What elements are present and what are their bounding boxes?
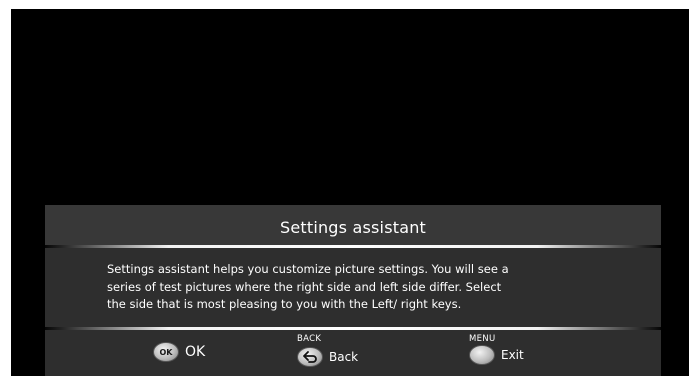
ok-hint[interactable]: OK OK bbox=[153, 342, 205, 362]
back-arrow-icon[interactable] bbox=[297, 347, 323, 367]
back-label: Back bbox=[329, 350, 359, 364]
settings-assistant-dialog: Settings assistant Settings assistant he… bbox=[45, 205, 661, 376]
message-line-3: the side that is most pleasing to you wi… bbox=[107, 297, 462, 311]
dialog-footer: OK OK BACK Back MENU Exit bbox=[45, 330, 661, 376]
ok-button-text: OK bbox=[159, 347, 173, 357]
back-hint[interactable]: Back bbox=[297, 347, 358, 367]
back-arrow-glyph bbox=[303, 351, 317, 363]
message-line-2: series of test pictures where the right … bbox=[107, 279, 502, 294]
message-line-1: Settings assistant helps you customize p… bbox=[107, 262, 509, 276]
ok-button-icon[interactable]: OK bbox=[153, 342, 179, 362]
exit-label: Exit bbox=[501, 348, 524, 362]
dialog-body: Settings assistant helps you customize p… bbox=[45, 248, 661, 327]
menu-button-icon[interactable] bbox=[469, 345, 495, 365]
menu-caption: MENU bbox=[469, 334, 496, 344]
dialog-title: Settings assistant bbox=[279, 217, 427, 237]
back-caption: BACK bbox=[297, 334, 322, 344]
tv-screen: Settings assistant Settings assistant he… bbox=[11, 9, 689, 376]
exit-hint[interactable]: Exit bbox=[469, 345, 524, 365]
ok-label: OK bbox=[185, 344, 206, 360]
dialog-title-bar: Settings assistant bbox=[45, 205, 661, 245]
dialog-message: Settings assistant helps you customize p… bbox=[107, 261, 567, 314]
